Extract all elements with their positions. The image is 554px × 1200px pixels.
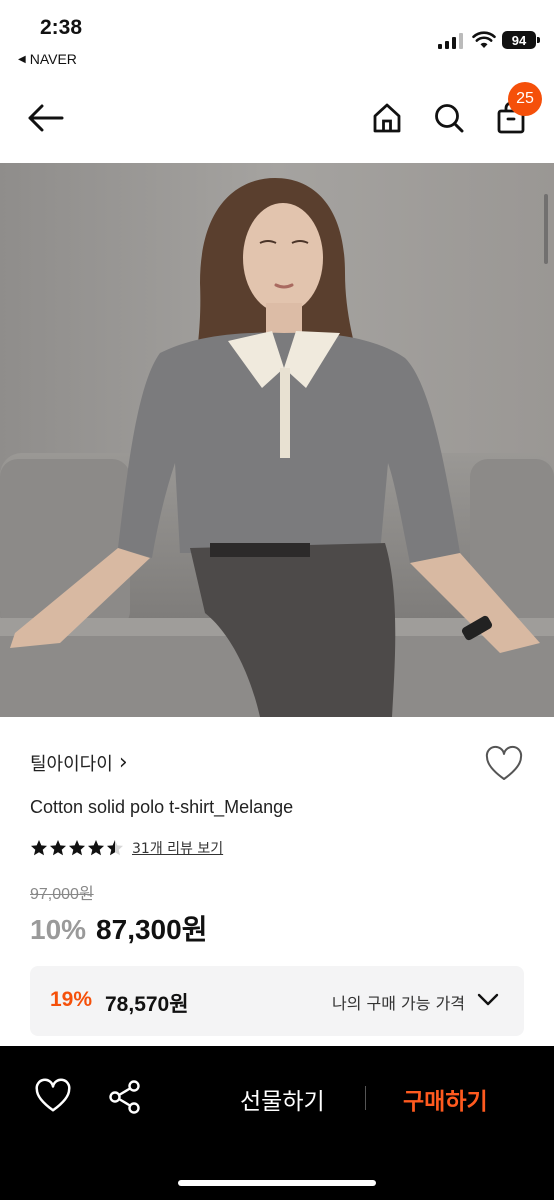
product-name: Cotton solid polo t-shirt_Melange [30, 797, 294, 817]
sale-price: 87,300원 [96, 914, 208, 945]
star-icon [69, 840, 85, 856]
status-bar: 2:38 ◀ NAVER 94 [0, 0, 554, 80]
chevron-down-icon [477, 993, 499, 1006]
review-link[interactable]: 31개 리뷰 보기 [132, 838, 223, 858]
battery-level: 94 [511, 32, 527, 48]
status-time: 2:38 [40, 16, 83, 39]
discount-rate: 10% [30, 914, 87, 945]
home-indicator [178, 1180, 376, 1186]
divider [365, 1086, 366, 1110]
my-discount-rate: 19% [50, 988, 93, 1011]
back-arrow-icon [28, 104, 64, 132]
brand-link[interactable]: 틸아이다이 › [30, 750, 128, 776]
cart-count-badge: 25 [508, 82, 542, 116]
scroll-indicator [544, 194, 548, 264]
star-icon [107, 840, 123, 856]
product-image[interactable] [0, 163, 554, 717]
share-button[interactable] [106, 1078, 144, 1116]
gift-button[interactable]: 선물하기 [240, 1082, 325, 1116]
buy-button[interactable]: 구매하기 [403, 1082, 488, 1116]
price-row: 10% 87,300원 [30, 908, 207, 948]
wishlist-button[interactable] [484, 745, 524, 785]
chevron-right-icon: › [118, 750, 128, 775]
my-price-dropdown[interactable]: 19% 78,570원 나의 구매 가능 가격 [30, 966, 524, 1036]
original-price: 97,000원 [30, 886, 94, 903]
back-triangle-icon: ◀ [18, 53, 26, 65]
back-to-app-link[interactable]: ◀ NAVER [18, 51, 77, 67]
brand-name: 틸아이다이 [30, 754, 113, 775]
search-icon [435, 104, 464, 133]
star-icon [88, 840, 104, 856]
heart-icon [485, 745, 523, 780]
search-button[interactable] [427, 96, 471, 140]
share-icon [109, 1080, 140, 1114]
model-photo-illustration [0, 163, 554, 717]
home-icon [373, 103, 401, 133]
my-price-label: 나의 구매 가능 가격 [332, 994, 466, 1013]
bottom-wishlist-button[interactable] [34, 1078, 72, 1116]
star-icon [50, 840, 66, 856]
heart-icon [35, 1078, 71, 1112]
signal-icon [438, 33, 463, 49]
star-icon [31, 840, 47, 856]
battery-indicator: 94 [502, 31, 540, 49]
back-app-label: NAVER [29, 51, 77, 67]
home-button[interactable] [365, 96, 409, 140]
rating-stars [30, 839, 124, 857]
my-price: 78,570원 [105, 993, 189, 1016]
wifi-icon [472, 31, 496, 48]
bottom-action-bar [0, 1046, 554, 1200]
rating-row: 31개 리뷰 보기 [30, 838, 223, 858]
back-button[interactable] [24, 96, 68, 140]
